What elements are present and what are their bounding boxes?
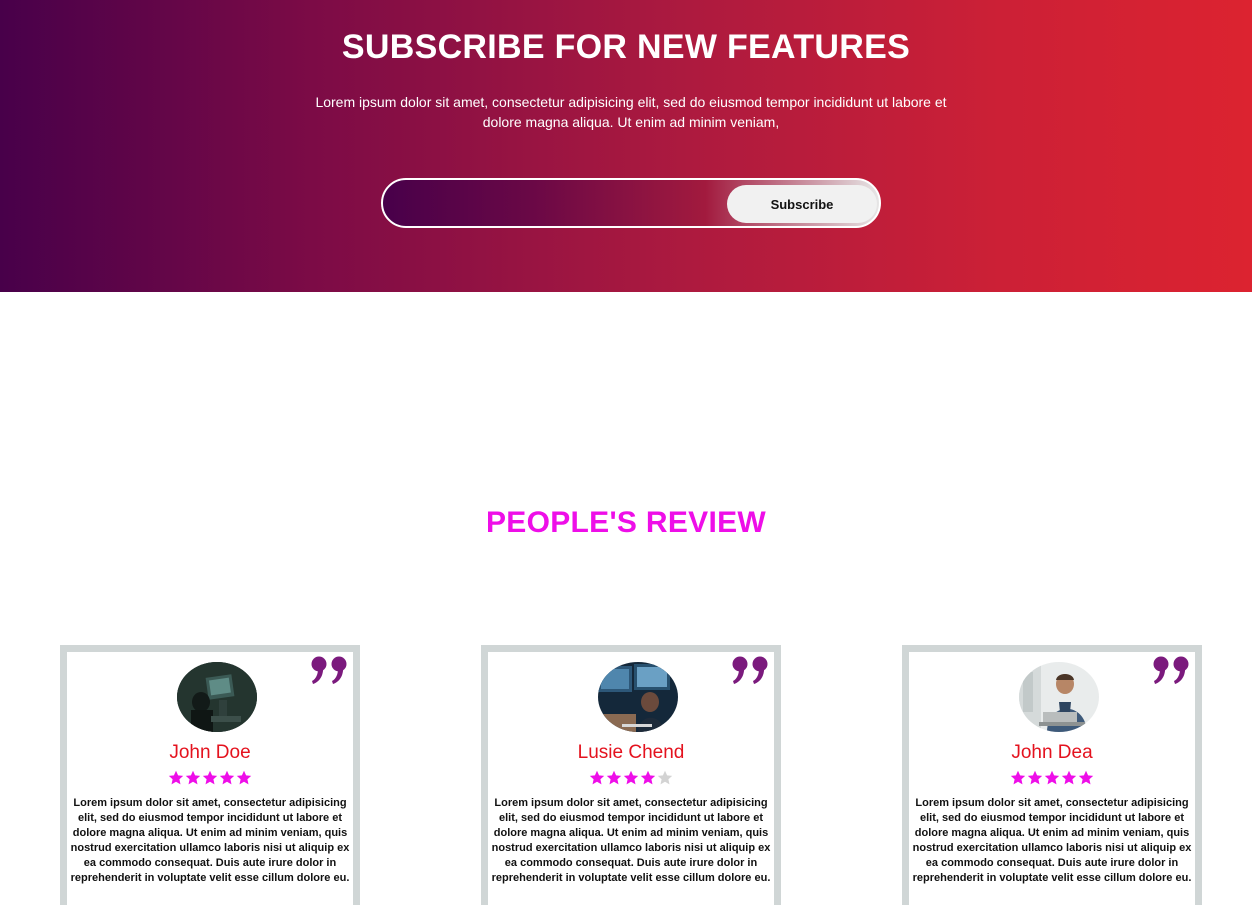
reviews-title: PEOPLE'S REVIEW [485, 506, 767, 539]
star-filled-icon [1027, 770, 1043, 785]
star-rating [488, 770, 774, 786]
subscribe-form: Subscribe [381, 178, 881, 228]
reviewer-name: Lusie Chend [577, 742, 685, 763]
review-card: John Dea Lorem ipsum dolor sit amet, con… [902, 645, 1202, 905]
star-filled-icon [623, 770, 639, 785]
quote-icon [1153, 656, 1189, 684]
star-filled-icon [589, 770, 605, 785]
subscribe-email-input[interactable] [383, 180, 728, 226]
person-at-computer-dark-photo [177, 662, 257, 732]
person-at-monitors-photo [598, 662, 678, 732]
review-text: Lorem ipsum dolor sit amet, consectetur … [912, 797, 1192, 884]
star-filled-icon [1010, 770, 1026, 785]
star-filled-icon [1044, 770, 1060, 785]
subscribe-button[interactable]: Subscribe [727, 185, 877, 223]
subscribe-description: Lorem ipsum dolor sit amet, consectetur … [315, 94, 947, 130]
quote-icon [732, 656, 768, 684]
quote-icon [311, 656, 347, 684]
review-card: John Doe Lorem ipsum dolor sit amet, con… [60, 645, 360, 905]
star-filled-icon [185, 770, 201, 785]
avatar [177, 662, 257, 732]
avatar [598, 662, 678, 732]
review-text: Lorem ipsum dolor sit amet, consectetur … [70, 797, 350, 884]
star-filled-icon [1078, 770, 1094, 785]
star-rating [909, 770, 1195, 786]
review-card: Lusie Chend Lorem ipsum dolor sit amet, … [481, 645, 781, 905]
star-filled-icon [219, 770, 235, 785]
man-with-laptop-photo [1019, 662, 1099, 732]
reviewer-name: John Dea [1011, 742, 1093, 763]
star-filled-icon [606, 770, 622, 785]
avatar [1019, 662, 1099, 732]
reviewer-name: John Doe [169, 742, 251, 763]
subscribe-title: SUBSCRIBE FOR NEW FEATURES [341, 28, 911, 66]
star-filled-icon [1061, 770, 1077, 785]
star-filled-icon [236, 770, 252, 785]
star-rating [67, 770, 353, 786]
star-filled-icon [202, 770, 218, 785]
review-text: Lorem ipsum dolor sit amet, consectetur … [491, 797, 771, 884]
star-empty-icon [657, 770, 673, 785]
star-filled-icon [640, 770, 656, 785]
star-filled-icon [168, 770, 184, 785]
subscribe-section: SUBSCRIBE FOR NEW FEATURES Lorem ipsum d… [0, 0, 1252, 292]
